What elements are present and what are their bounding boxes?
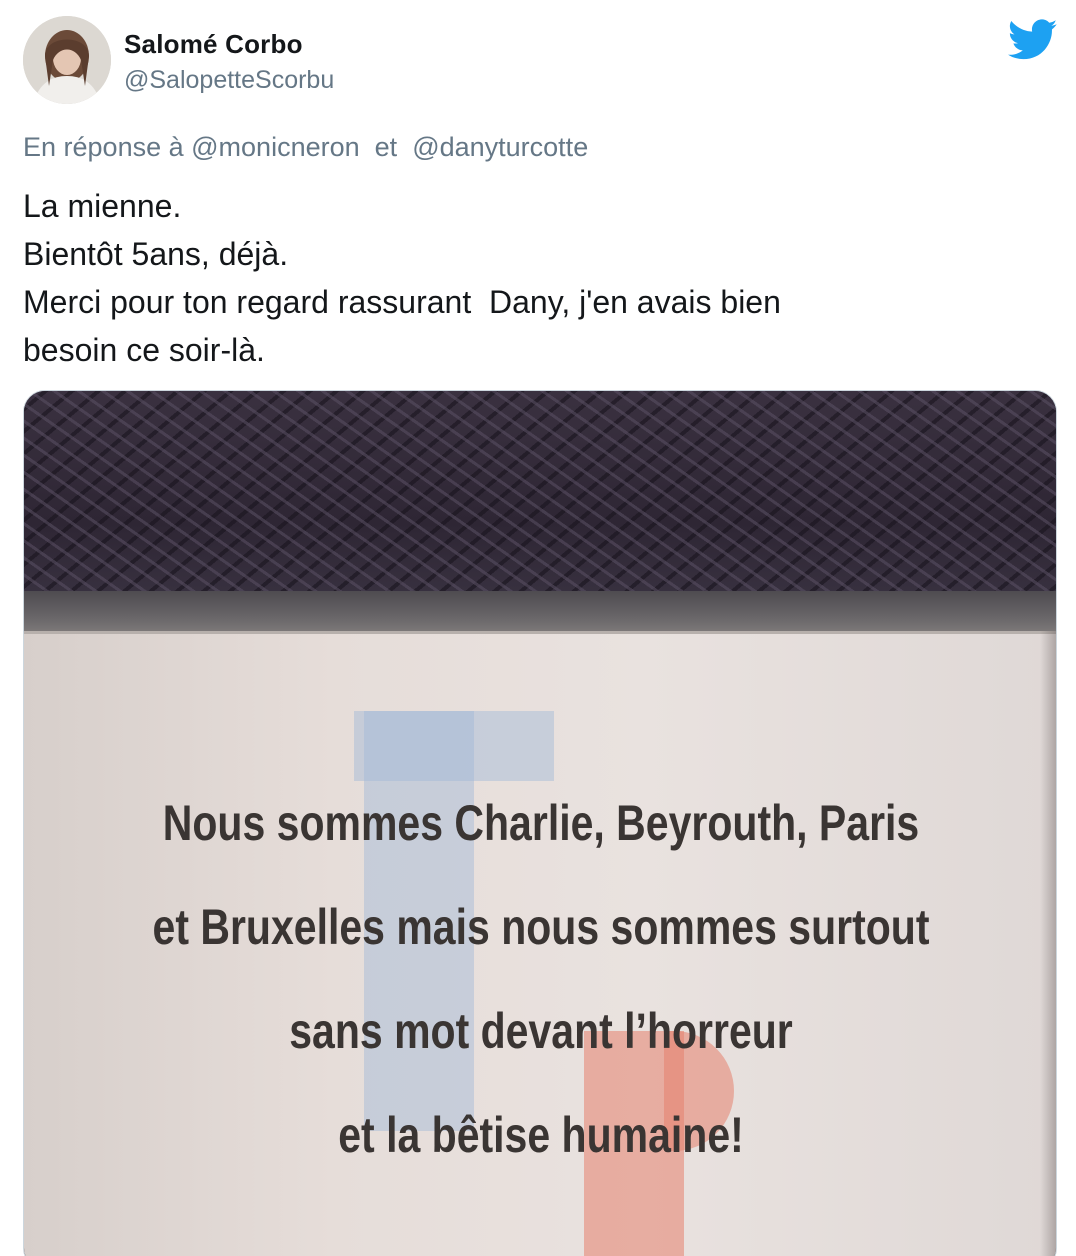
tweet-photo[interactable]: Nous sommes Charlie, Beyrouth, Paris et … <box>23 390 1057 1256</box>
card-line: Nous sommes Charlie, Beyrouth, Paris <box>162 795 920 851</box>
photo-background-fabric <box>24 391 1056 611</box>
card-line: et la bêtise humaine! <box>338 1107 744 1163</box>
avatar-image <box>23 16 111 104</box>
tweet-line: La mienne. <box>23 188 182 224</box>
card-line: et Bruxelles mais nous sommes surtout <box>152 899 930 955</box>
tweet: Salomé Corbo @SalopetteScorbu En réponse… <box>0 0 1076 1256</box>
tweet-text: La mienne. Bientôt 5ans, déjà. Merci pou… <box>23 182 1023 374</box>
photo-card-shadow <box>1040 631 1056 1256</box>
card-text: Nous sommes Charlie, Beyrouth, Paris et … <box>117 771 965 1187</box>
avatar[interactable] <box>23 16 111 104</box>
mention-monicneron[interactable]: @monicneron <box>191 132 360 162</box>
card-line: sans mot devant l’horreur <box>289 1003 793 1059</box>
tweet-line: Bientôt 5ans, déjà. <box>23 236 289 272</box>
user-handle[interactable]: @SalopetteScorbu <box>124 66 334 95</box>
display-name[interactable]: Salomé Corbo <box>124 29 303 60</box>
mention-danyturcotte[interactable]: @danyturcotte <box>412 132 588 162</box>
reply-conjunction: et <box>374 132 398 162</box>
twitter-bird-icon[interactable] <box>1008 18 1058 62</box>
tweet-line: besoin ce soir-là. <box>23 332 265 368</box>
tweet-line: Merci pour ton regard rassurant Dany, j'… <box>23 284 781 320</box>
reply-prefix: En réponse à <box>23 132 184 162</box>
reply-context: En réponse à @monicneron et @danyturcott… <box>23 132 588 163</box>
